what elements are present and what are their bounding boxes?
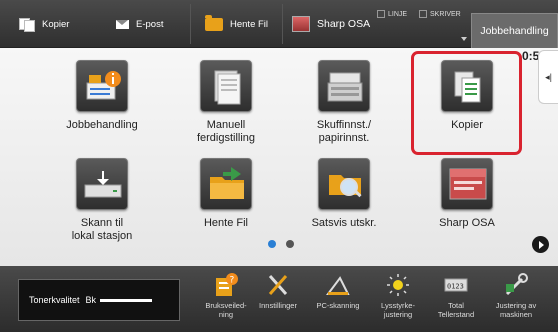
svg-text:?: ? bbox=[230, 276, 235, 286]
brightness-button[interactable]: Lysstyrke- justering bbox=[370, 272, 426, 319]
tray-settings-icon bbox=[318, 60, 370, 112]
pc-scan-label: PC-skanning bbox=[316, 301, 360, 310]
settings-tools-icon bbox=[264, 272, 292, 298]
divider bbox=[190, 4, 191, 44]
printer-status-box bbox=[419, 10, 427, 18]
tile-tray-settings-label: Skuffinnst./ papirinnst. bbox=[316, 119, 372, 144]
sharp-osa-shortcut[interactable]: Sharp OSA bbox=[292, 0, 370, 48]
side-panel-handle[interactable]: ◂| bbox=[538, 50, 558, 104]
divider bbox=[282, 4, 283, 44]
operation-guide-icon: ? bbox=[212, 272, 240, 298]
brightness-label: Lysstyrke- justering bbox=[381, 301, 415, 319]
printer-indicator: SKRIVER bbox=[419, 10, 461, 18]
page-indicator bbox=[268, 240, 294, 248]
page-dot-active[interactable] bbox=[268, 240, 276, 248]
total-count-label: Total Tellerstand bbox=[437, 301, 475, 319]
manual-finishing-icon bbox=[200, 60, 252, 112]
total-count-button[interactable]: 0123 Total Tellerstand bbox=[428, 272, 484, 319]
tile-batch-print[interactable]: Satsvis utskr. bbox=[279, 158, 409, 230]
bottom-bar: Tonerkvalitet Bk ? Bruksveiled- ning Inn… bbox=[0, 266, 558, 332]
tile-retrieve-file-label: Hente Fil bbox=[203, 217, 249, 229]
tile-manual-finishing[interactable]: Manuell ferdigstilling bbox=[161, 60, 291, 145]
next-page-button[interactable] bbox=[532, 236, 549, 253]
toner-status: Tonerkvalitet Bk bbox=[18, 279, 180, 321]
envelope-icon bbox=[116, 19, 129, 29]
tile-job-status[interactable]: Jobbehandling bbox=[37, 60, 167, 132]
total-count-icon: 0123 bbox=[442, 272, 470, 298]
copy-shortcut[interactable]: Kopier bbox=[19, 0, 69, 48]
pc-scan-icon bbox=[324, 272, 352, 298]
email-shortcut[interactable]: E-post bbox=[116, 0, 163, 48]
operation-guide-button[interactable]: ? Bruksveiled- ning bbox=[198, 272, 254, 319]
toner-status-label: Tonerkvalitet bbox=[29, 295, 80, 305]
tile-job-status-label: Jobbehandling bbox=[66, 119, 138, 131]
sharp-osa-icon bbox=[292, 16, 310, 32]
tile-manual-finishing-label: Manuell ferdigstilling bbox=[196, 119, 256, 144]
machine-adjust-icon bbox=[502, 272, 530, 298]
scan-local-drive-icon bbox=[76, 158, 128, 210]
line-indicator: LINJE bbox=[377, 10, 407, 18]
tile-scan-local-drive-label: Skann til lokal stasjon bbox=[71, 217, 133, 242]
line-status-box bbox=[377, 10, 385, 18]
retrieve-file-shortcut-label: Hente Fil bbox=[230, 18, 269, 30]
pc-scan-button[interactable]: PC-skanning bbox=[310, 272, 366, 310]
svg-text:0123: 0123 bbox=[447, 283, 464, 291]
printer-indicator-label: SKRIVER bbox=[430, 10, 461, 18]
tile-tray-settings[interactable]: Skuffinnst./ papirinnst. bbox=[279, 60, 409, 145]
email-shortcut-label: E-post bbox=[136, 18, 164, 30]
toner-level-bar bbox=[100, 298, 153, 302]
tile-scan-local-drive[interactable]: Skann til lokal stasjon bbox=[37, 158, 167, 243]
job-status-icon bbox=[76, 60, 128, 112]
line-indicator-label: LINJE bbox=[388, 10, 408, 18]
home-screen: 0:54 ◂| Jobbehandling Manuell ferdigstil… bbox=[0, 48, 558, 266]
tile-batch-print-label: Satsvis utskr. bbox=[311, 217, 377, 229]
toner-color-label: Bk bbox=[85, 295, 97, 305]
operation-guide-label: Bruksveiled- ning bbox=[205, 301, 247, 319]
selection-highlight bbox=[411, 51, 522, 155]
folder-icon bbox=[205, 14, 223, 31]
sharp-osa-shortcut-label: Sharp OSA bbox=[317, 18, 371, 30]
top-bar: Kopier E-post Hente Fil Sharp OSA LINJE … bbox=[0, 0, 558, 48]
copy-shortcut-label: Kopier bbox=[42, 18, 70, 30]
job-status-tab[interactable]: Jobbehandling bbox=[471, 13, 558, 48]
page-dot[interactable] bbox=[286, 240, 294, 248]
settings-label: Innstillinger bbox=[259, 301, 297, 310]
settings-button[interactable]: Innstillinger bbox=[250, 272, 306, 310]
tile-retrieve-file[interactable]: Hente Fil bbox=[161, 158, 291, 230]
tile-sharp-osa[interactable]: Sharp OSA bbox=[402, 158, 532, 230]
job-status-tab-label: Jobbehandling bbox=[480, 25, 549, 37]
copy-icon bbox=[19, 18, 35, 32]
sharp-osa-icon bbox=[441, 158, 493, 210]
side-panel-arrow-icon: ◂| bbox=[545, 71, 552, 82]
machine-adjust-button[interactable]: Justering av maskinen bbox=[488, 272, 544, 319]
tile-sharp-osa-label: Sharp OSA bbox=[439, 217, 495, 229]
machine-adjust-label: Justering av maskinen bbox=[495, 301, 537, 319]
batch-print-icon bbox=[318, 158, 370, 210]
brightness-icon bbox=[384, 272, 412, 298]
dropdown-arrow-icon[interactable] bbox=[461, 37, 467, 41]
retrieve-file-icon bbox=[200, 158, 252, 210]
retrieve-file-shortcut[interactable]: Hente Fil bbox=[205, 0, 268, 48]
